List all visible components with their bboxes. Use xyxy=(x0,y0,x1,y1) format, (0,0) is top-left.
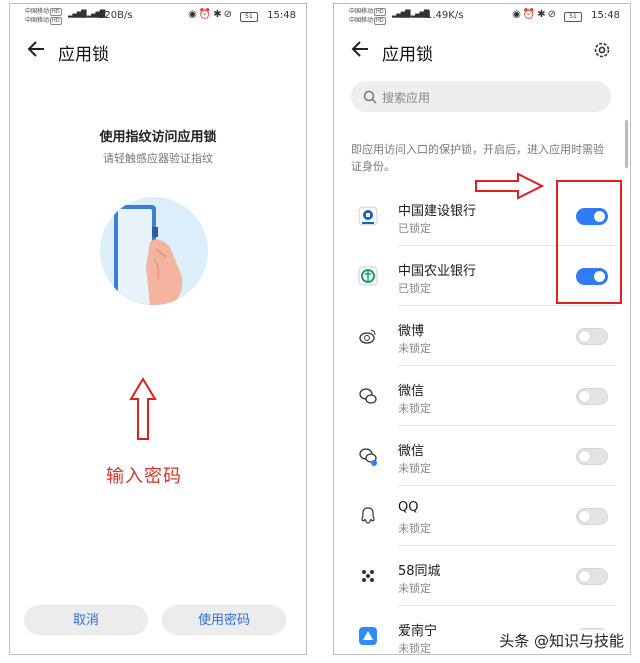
wechat-clone-icon xyxy=(358,446,378,466)
app-name: 微信 xyxy=(398,384,425,399)
system-icons: ◉⏰✱⊘ xyxy=(188,9,234,20)
hd-badge: HD xyxy=(50,8,62,16)
lock-status: 未锁定 xyxy=(398,642,431,655)
carrier-name-2: 中国移动 xyxy=(25,17,50,24)
back-arrow-icon[interactable] xyxy=(350,38,372,60)
search-placeholder: 搜索应用 xyxy=(382,91,431,105)
app-name: 中国建设银行 xyxy=(398,204,477,219)
carrier-name-1: 中国移动 xyxy=(349,8,374,15)
annotation-label: 输入密码 xyxy=(106,466,182,487)
toggle-knob xyxy=(579,391,590,402)
58-icon xyxy=(358,566,378,586)
lock-status: 未锁定 xyxy=(398,402,431,415)
carrier-info: 中国移动 HD 中国移动 HD xyxy=(25,7,62,25)
page-title: 应用锁 xyxy=(382,45,433,65)
annotation-arrow-up-icon xyxy=(129,377,157,441)
app-list-item[interactable]: 58同城未锁定 xyxy=(334,546,630,606)
status-bar: 中国移动 HD 中国移动 HD ▂▄▆█ ▂▄▆█ 120B/s ◉⏰✱⊘ 51 1… xyxy=(10,4,306,28)
search-input[interactable]: 搜索应用 xyxy=(351,81,611,112)
hd-badge: HD xyxy=(374,8,386,16)
lock-status: 未锁定 xyxy=(398,462,431,475)
toggle-knob xyxy=(579,571,590,582)
left-phone-screen: 中国移动 HD 中国移动 HD ▂▄▆█ ▂▄▆█ 120B/s ◉⏰✱⊘ 51 1… xyxy=(9,3,307,655)
back-arrow-icon[interactable] xyxy=(26,38,48,60)
app-name: 微信 xyxy=(398,444,425,459)
ainanning-icon xyxy=(358,626,378,646)
lock-status: 未锁定 xyxy=(398,582,431,595)
battery-icon: 51 xyxy=(240,12,258,22)
app-name: 爱南宁 xyxy=(398,624,438,639)
toggle-knob xyxy=(579,331,590,342)
app-list-item[interactable]: 微信 未锁定 xyxy=(334,366,630,426)
fingerprint-title: 使用指纹访问应用锁 xyxy=(99,130,217,145)
weibo-icon xyxy=(358,326,378,346)
lock-status: 未锁定 xyxy=(398,522,431,535)
clock: 15:48 xyxy=(591,10,620,21)
use-password-button[interactable]: 使用密码 xyxy=(162,605,286,635)
app-name: QQ xyxy=(398,500,419,515)
ccb-icon xyxy=(358,206,378,226)
lock-toggle[interactable] xyxy=(576,448,608,465)
lock-status: 未锁定 xyxy=(398,342,431,355)
app-list-item[interactable]: QQ 未锁定 xyxy=(334,486,630,546)
annotation-arrow-right-icon xyxy=(474,172,545,200)
watermark: 头条 @知识与技能 xyxy=(497,630,626,651)
app-name: 中国农业银行 xyxy=(398,264,477,279)
wechat-icon xyxy=(358,386,378,406)
cancel-button[interactable]: 取消 xyxy=(24,605,148,635)
status-bar: 中国移动 HD 中国移动 HD ▂▄▆█ ▂▄▆█ 1.49K/s ◉⏰✱⊘ 51 … xyxy=(334,4,630,28)
lock-toggle[interactable] xyxy=(576,568,608,585)
app-name: 微博 xyxy=(398,324,425,339)
search-icon xyxy=(363,89,377,104)
app-header: 应用锁 xyxy=(334,34,630,68)
right-phone-screen: 中国移动 HD 中国移动 HD ▂▄▆█ ▂▄▆█ 1.49K/s ◉⏰✱⊘ 51 … xyxy=(333,3,631,655)
lock-toggle[interactable] xyxy=(576,508,608,525)
network-speed: 120B/s xyxy=(98,10,133,21)
fingerprint-subtitle: 请轻触感应器验证指纹 xyxy=(103,152,213,165)
system-icons: ◉⏰✱⊘ xyxy=(512,9,558,20)
abc-bank-icon xyxy=(358,266,378,286)
app-name: 58同城 xyxy=(398,564,441,579)
gear-icon[interactable] xyxy=(592,40,612,60)
carrier-name-1: 中国移动 xyxy=(25,8,50,15)
lock-status: 已锁定 xyxy=(398,222,431,235)
signal-icon: ▂▄▆█ ▂▄▆█ xyxy=(392,10,429,18)
app-header: 应用锁 xyxy=(10,34,306,68)
toggle-knob xyxy=(579,511,590,522)
description-text: 即应用访问入口的保护锁，开启后，进入应用时需验证身份。 xyxy=(351,143,604,173)
battery-icon: 51 xyxy=(564,12,582,22)
hd-badge: HD xyxy=(374,17,386,25)
lock-status: 已锁定 xyxy=(398,282,431,295)
carrier-info: 中国移动 HD 中国移动 HD xyxy=(349,7,386,25)
scrollbar[interactable] xyxy=(625,120,628,168)
fingerprint-illustration-icon xyxy=(100,197,208,305)
hd-badge: HD xyxy=(50,17,62,25)
lock-toggle[interactable] xyxy=(576,328,608,345)
app-list-item[interactable]: 微博 未锁定 xyxy=(334,306,630,366)
lock-toggle[interactable] xyxy=(576,388,608,405)
carrier-name-2: 中国移动 xyxy=(349,17,374,24)
toggle-knob xyxy=(579,451,590,462)
app-list-item[interactable]: 微信 未锁定 xyxy=(334,426,630,486)
network-speed: 1.49K/s xyxy=(426,10,464,21)
clock: 15:48 xyxy=(267,10,296,21)
qq-icon xyxy=(358,506,378,526)
annotation-highlight-box xyxy=(556,180,622,304)
page-title: 应用锁 xyxy=(58,45,109,65)
